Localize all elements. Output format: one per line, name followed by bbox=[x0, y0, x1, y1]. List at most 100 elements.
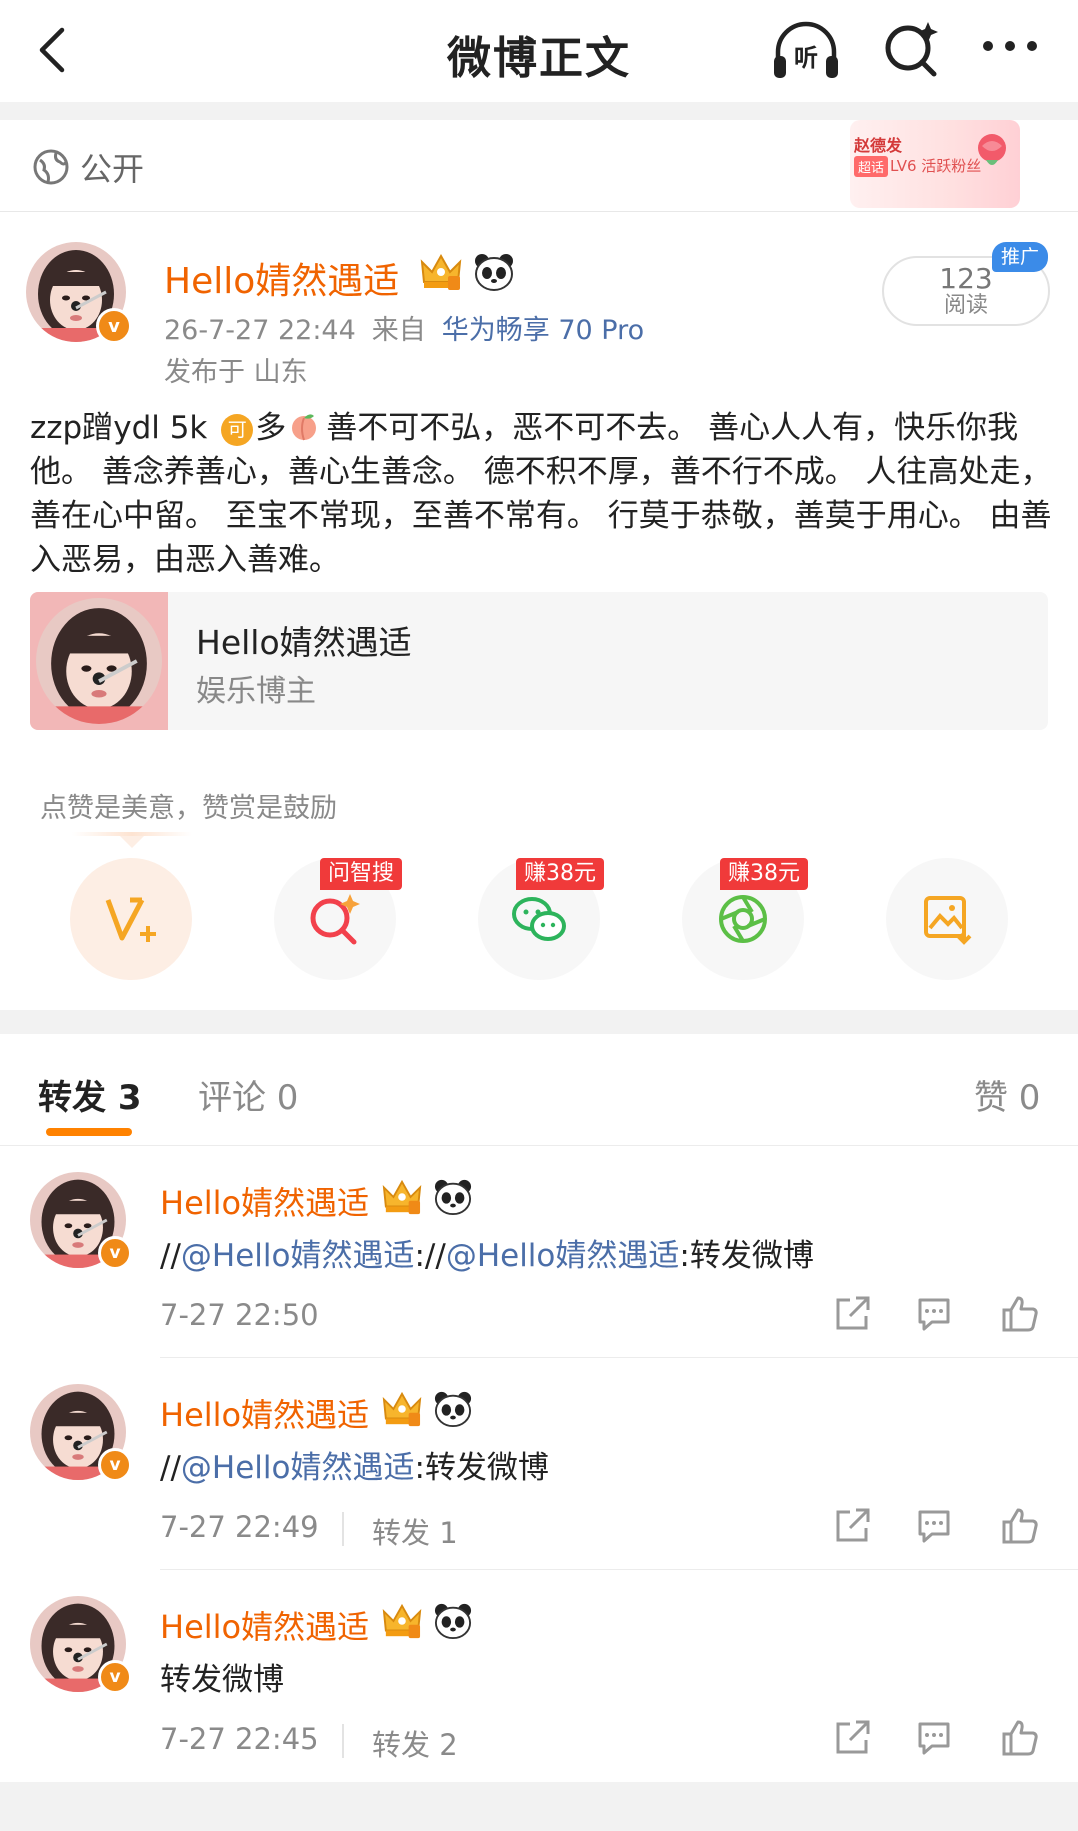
repost-text-part: :转发微博 bbox=[679, 1238, 814, 1274]
fan-badge[interactable]: 赵德发 超话 LV6 活跃粉丝 bbox=[850, 120, 1020, 208]
repost-time: 7-27 22:45 bbox=[160, 1722, 319, 1756]
tab-like[interactable]: 赞 0 bbox=[974, 1070, 1040, 1119]
section-gap bbox=[0, 1010, 1078, 1034]
v-plus-icon bbox=[105, 897, 156, 942]
save-image-button[interactable] bbox=[886, 858, 1008, 980]
author-avatar[interactable]: v bbox=[26, 242, 132, 344]
crown-icon bbox=[380, 1390, 424, 1428]
repost-text-part: :// bbox=[414, 1238, 446, 1274]
mention-link[interactable]: @Hello婧然遇适 bbox=[446, 1238, 680, 1274]
repost-time: 7-27 22:50 bbox=[160, 1298, 319, 1332]
repost-forward-count[interactable]: 转发 1 bbox=[372, 1510, 458, 1552]
repost-text-part: 转发微博 bbox=[160, 1662, 284, 1698]
repost-avatar[interactable]: v bbox=[30, 1596, 132, 1694]
verified-badge-icon: v bbox=[98, 1236, 132, 1270]
profile-card[interactable]: Hello婧然遇适 娱乐博主 bbox=[30, 592, 1048, 730]
v-plus-button[interactable] bbox=[70, 858, 192, 980]
crown-icon bbox=[418, 252, 464, 292]
post-meta: 26-7-27 22:44 来自 华为畅享 70 Pro bbox=[164, 308, 644, 347]
fan-badge-tag: 超话 bbox=[854, 156, 889, 177]
mention-link[interactable]: @Hello婧然遇适 bbox=[181, 1238, 415, 1274]
repost-item[interactable]: v Hello婧然遇适 //@Hello婧然遇适:转发微博 7-27 22:49… bbox=[0, 1358, 1078, 1570]
like-icon[interactable] bbox=[1000, 1506, 1040, 1546]
promo-tag[interactable]: 推广 bbox=[992, 242, 1048, 272]
moments-icon bbox=[719, 895, 767, 943]
repost-text: //@Hello婧然遇适:转发微博 bbox=[160, 1442, 549, 1487]
post-time: 26-7-27 22:44 bbox=[164, 315, 356, 346]
repost-text-part: // bbox=[160, 1238, 181, 1274]
meta-separator bbox=[342, 1724, 344, 1758]
repost-text-part: // bbox=[160, 1450, 181, 1486]
section-gap bbox=[0, 102, 1078, 120]
bottom-gap bbox=[0, 1782, 1078, 1831]
repost-text: //@Hello婧然遇适://@Hello婧然遇适:转发微博 bbox=[160, 1230, 814, 1275]
wechat-label: 赚38元 bbox=[516, 858, 604, 890]
repost-avatar[interactable]: v bbox=[30, 1384, 132, 1482]
repost-avatar[interactable]: v bbox=[30, 1172, 132, 1270]
ai-search-label: 问智搜 bbox=[320, 858, 403, 890]
ai-search-icon bbox=[310, 894, 360, 945]
comment-icon[interactable] bbox=[914, 1506, 954, 1546]
coin-icon: 可 bbox=[221, 414, 254, 446]
interaction-tabs: 转发 3 评论 0 赞 0 bbox=[0, 1034, 1078, 1146]
repost-time: 7-27 22:49 bbox=[160, 1510, 319, 1544]
rose-icon bbox=[978, 134, 1006, 165]
wechat-icon bbox=[512, 897, 566, 941]
repost-name[interactable]: Hello婧然遇适 bbox=[160, 1602, 369, 1648]
post-prefix: zzp蹭ydl 5k bbox=[30, 410, 208, 446]
visibility-label: 公开 bbox=[80, 150, 145, 188]
profile-card-thumbnail bbox=[30, 592, 168, 730]
post-location: 发布于 山东 bbox=[164, 357, 308, 388]
verified-badge-icon: v bbox=[98, 1448, 132, 1482]
repost-item[interactable]: v Hello婧然遇适 转发微博 7-27 22:45 转发 2 bbox=[0, 1570, 1078, 1782]
like-icon[interactable] bbox=[1000, 1294, 1040, 1334]
listen-headphone-icon[interactable]: 听 bbox=[770, 18, 842, 82]
reward-tip: 点赞是美意，赞赏是鼓励 bbox=[40, 793, 337, 824]
panda-icon bbox=[432, 1602, 474, 1640]
top-nav-bar: 微博正文 听 bbox=[0, 0, 1078, 102]
verified-badge-icon: v bbox=[96, 308, 132, 344]
profile-card-name: Hello婧然遇适 bbox=[196, 623, 412, 662]
moments-label: 赚38元 bbox=[720, 858, 808, 890]
comment-icon[interactable] bbox=[914, 1718, 954, 1758]
ai-search-icon[interactable] bbox=[880, 16, 944, 80]
device-link[interactable]: 华为畅享 70 Pro bbox=[442, 315, 644, 346]
more-options-icon[interactable] bbox=[978, 26, 1042, 66]
globe-icon bbox=[33, 149, 69, 185]
author-name[interactable]: Hello婧然遇适 bbox=[164, 252, 399, 304]
repost-name[interactable]: Hello婧然遇适 bbox=[160, 1178, 369, 1224]
share-icon[interactable] bbox=[832, 1294, 872, 1334]
share-icon[interactable] bbox=[832, 1506, 872, 1546]
like-icon[interactable] bbox=[1000, 1718, 1040, 1758]
post-author: v Hello婧然遇适 26-7-27 22:44 来自 华为畅享 70 Pro 发… bbox=[0, 212, 1078, 392]
svg-text:听: 听 bbox=[794, 44, 818, 72]
post-duo: 多 bbox=[255, 410, 287, 446]
post-body: zzp蹭ydl 5k 可多 善不可不弘，恶不可不去。 善心人人有，快乐你我他。 … bbox=[30, 406, 1055, 582]
save-image-icon bbox=[924, 896, 972, 945]
tab-comment[interactable]: 评论 0 bbox=[198, 1070, 298, 1119]
panda-icon bbox=[432, 1390, 474, 1428]
comment-icon[interactable] bbox=[914, 1294, 954, 1334]
active-tab-indicator bbox=[46, 1128, 132, 1136]
tip-pointer bbox=[120, 836, 144, 848]
panda-icon bbox=[472, 252, 516, 292]
crown-icon bbox=[380, 1602, 424, 1640]
meta-separator bbox=[342, 1512, 344, 1546]
repost-text-part: :转发微博 bbox=[414, 1450, 549, 1486]
repost-item[interactable]: v Hello婧然遇适 //@Hello婧然遇适://@Hello婧然遇适:转发… bbox=[0, 1146, 1078, 1358]
repost-text: 转发微博 bbox=[160, 1654, 284, 1699]
mention-link[interactable]: @Hello婧然遇适 bbox=[181, 1450, 415, 1486]
visibility-row: 公开 赵德发 超话 LV6 活跃粉丝 bbox=[0, 120, 1078, 212]
fan-badge-level: LV6 活跃粉丝 bbox=[890, 157, 982, 175]
tab-forward[interactable]: 转发 3 bbox=[38, 1070, 142, 1119]
repost-forward-count[interactable]: 转发 2 bbox=[372, 1722, 458, 1764]
share-icon[interactable] bbox=[832, 1718, 872, 1758]
repost-name[interactable]: Hello婧然遇适 bbox=[160, 1390, 369, 1436]
source-prefix: 来自 bbox=[371, 315, 426, 346]
read-label: 阅读 bbox=[943, 293, 988, 318]
panda-icon bbox=[432, 1178, 474, 1216]
peach-emoji-icon bbox=[292, 414, 317, 441]
fan-badge-name: 赵德发 bbox=[854, 136, 903, 155]
crown-icon bbox=[380, 1178, 424, 1216]
profile-card-desc: 娱乐博主 bbox=[196, 674, 316, 709]
